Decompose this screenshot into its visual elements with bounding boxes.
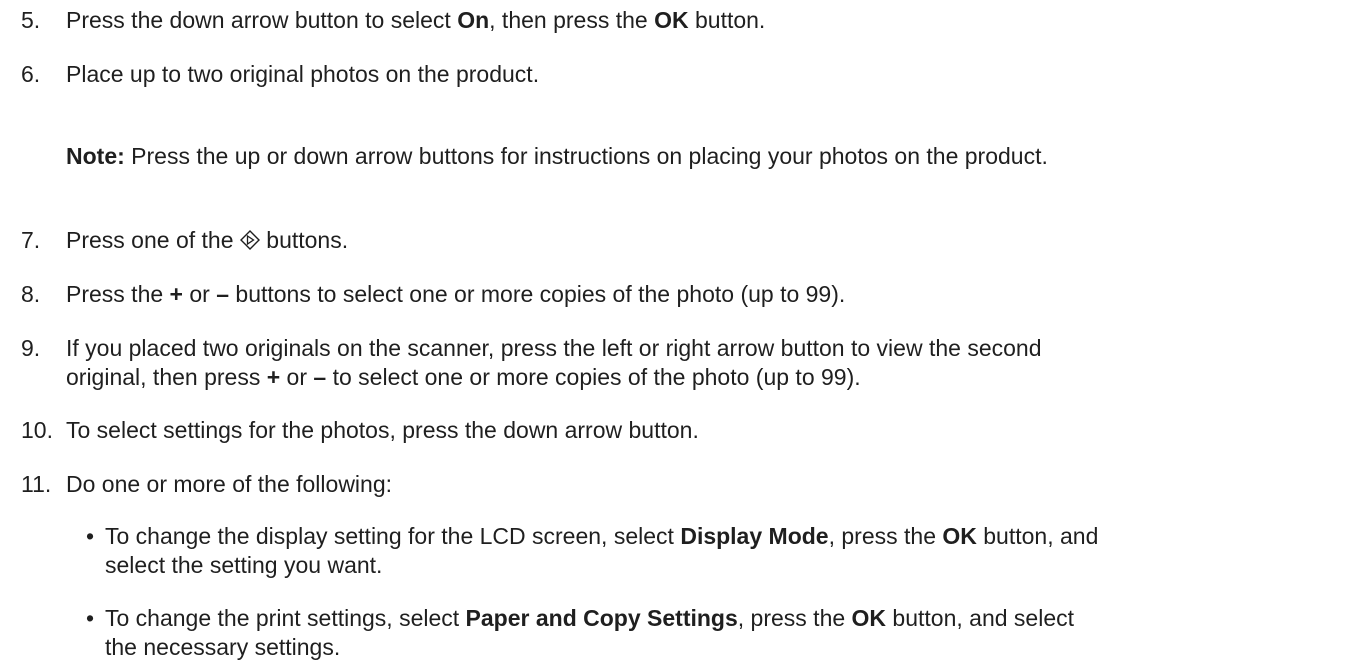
bullet-glyph: • xyxy=(86,605,95,631)
step-number: 9. xyxy=(21,335,41,361)
step-number: 8. xyxy=(21,281,41,307)
step-text: Press one of the buttons. xyxy=(66,226,1336,257)
step-number: 11. xyxy=(21,471,52,497)
note-text: Note: Press the up or down arrow buttons… xyxy=(66,143,1048,169)
step-number: 10. xyxy=(21,417,53,443)
bullet-text: To change the print settings, select Pap… xyxy=(105,605,1075,660)
step-number: 7. xyxy=(21,227,41,253)
bullet-glyph: • xyxy=(86,523,95,549)
step-text: If you placed two originals on the scann… xyxy=(66,335,1042,390)
start-button-icon xyxy=(239,228,260,257)
step-text: Press the + or – buttons to select one o… xyxy=(66,281,846,307)
note-label: Note: xyxy=(66,143,125,169)
step-text: Do one or more of the following: xyxy=(66,471,393,497)
instruction-document: 5. Press the down arrow button to select… xyxy=(0,0,1359,660)
bullet-text: To change the display setting for the LC… xyxy=(105,523,1099,578)
step-text: Place up to two original photos on the p… xyxy=(66,61,540,87)
step-number: 5. xyxy=(21,7,41,33)
step-text: To select settings for the photos, press… xyxy=(66,417,699,443)
step-number: 6. xyxy=(21,61,41,87)
step-text: Press the down arrow button to select On… xyxy=(66,7,766,33)
